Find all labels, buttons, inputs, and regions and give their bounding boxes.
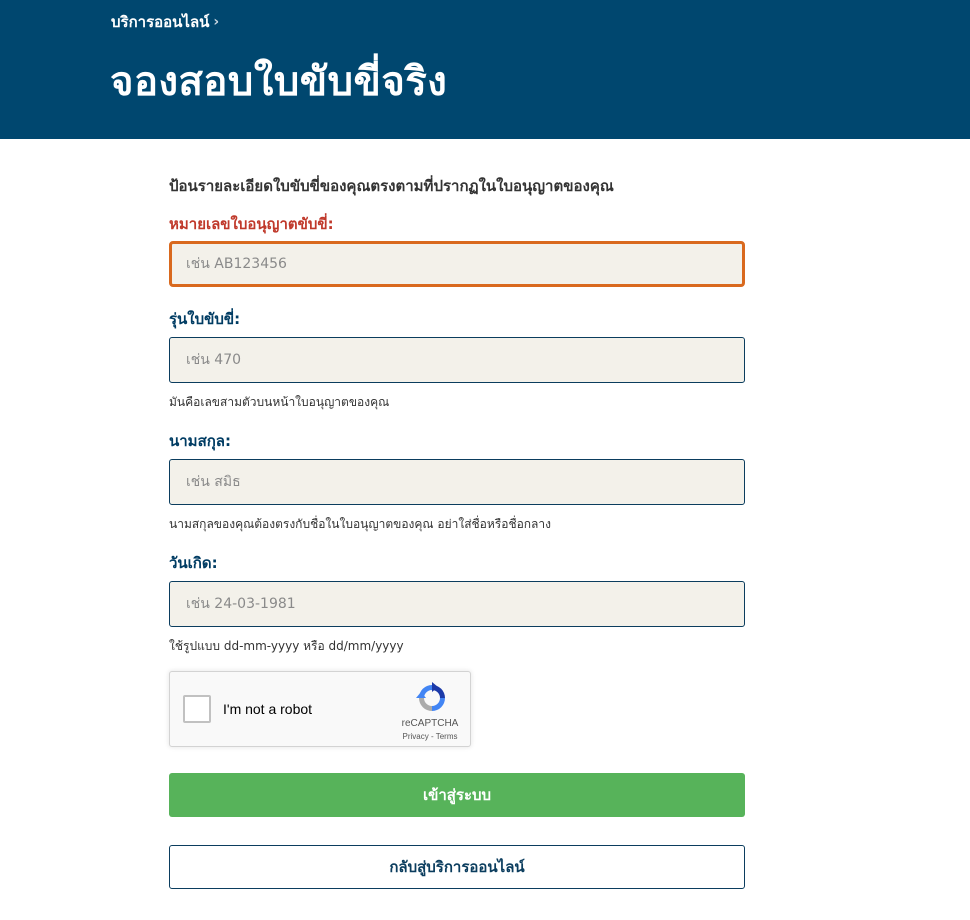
date-of-birth-help: ใช้รูปแบบ dd-mm-yyyy หรือ dd/mm/yyyy — [169, 639, 404, 653]
page-header: บริการออนไลน์ › จองสอบใบขับขี่จริง — [0, 0, 970, 139]
card-version-input[interactable] — [169, 337, 745, 383]
card-version-label: รุ่นใบขับขี่: — [169, 310, 241, 328]
recaptcha-widget: I'm not a robot reCAPTCHA Privacy - Term… — [169, 671, 471, 747]
login-button[interactable]: เข้าสู่ระบบ — [169, 773, 745, 817]
card-version-help: มันคือเลขสามตัวบนหน้าใบอนุญาตของคุณ — [169, 395, 390, 409]
recaptcha-checkbox[interactable] — [183, 695, 211, 723]
recaptcha-links[interactable]: Privacy - Terms — [390, 732, 470, 741]
back-to-online-services-button[interactable]: กลับสู่บริการออนไลน์ — [169, 845, 745, 889]
date-of-birth-label: วันเกิด: — [169, 554, 218, 572]
surname-label: นามสกุล: — [169, 432, 231, 450]
page-title: จองสอบใบขับขี่จริง — [110, 59, 448, 105]
surname-help: นามสกุลของคุณต้องตรงกับชื่อในใบอนุญาตของ… — [169, 517, 552, 531]
date-of-birth-input[interactable] — [169, 581, 745, 627]
surname-input[interactable] — [169, 459, 745, 505]
licence-number-label: หมายเลขใบอนุญาตขับขี่: — [169, 215, 334, 233]
recaptcha-label: I'm not a robot — [223, 701, 313, 717]
breadcrumb: บริการออนไลน์ › — [111, 10, 219, 34]
breadcrumb-link-online-services[interactable]: บริการออนไลน์ — [111, 10, 209, 34]
recaptcha-brand: reCAPTCHA — [401, 718, 459, 729]
recaptcha-logo-icon — [416, 682, 445, 711]
breadcrumb-separator-icon: › — [213, 14, 220, 30]
form-intro: ป้อนรายละเอียดใบขับขี่ของคุณตรงตามที่ปรา… — [169, 177, 614, 195]
licence-number-input[interactable] — [169, 241, 745, 287]
